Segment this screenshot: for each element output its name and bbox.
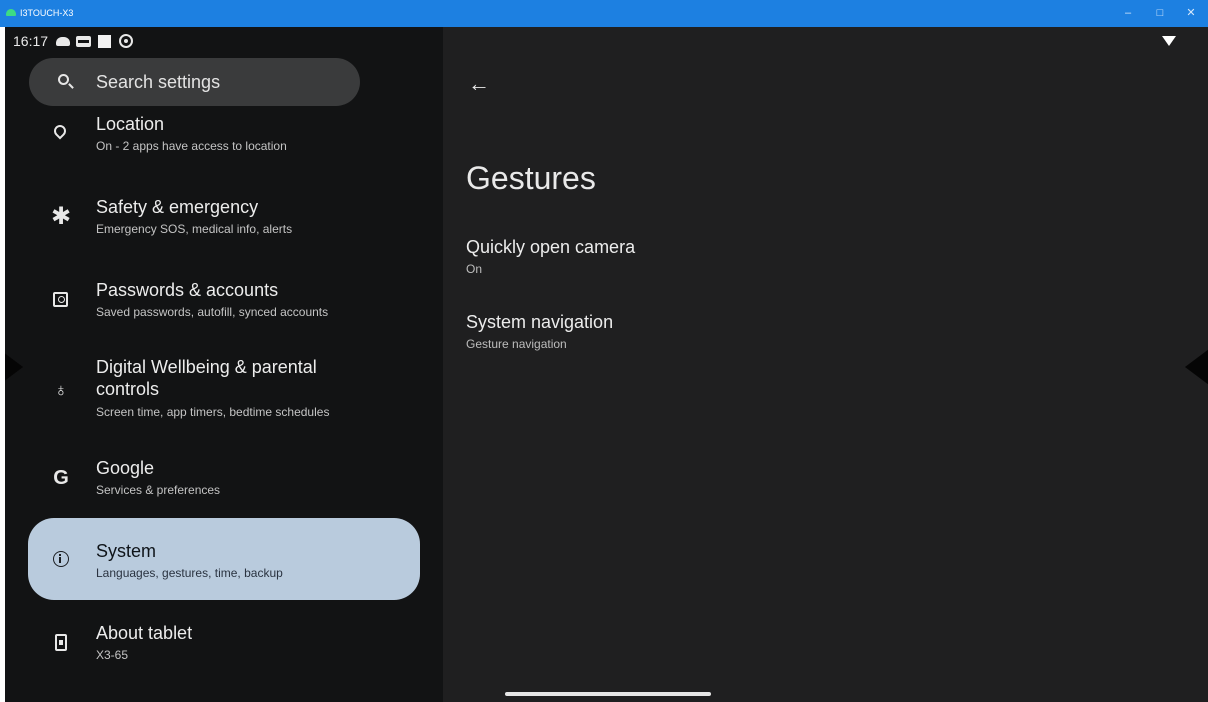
location-pin-icon [49, 120, 73, 144]
settings-item-summary: Languages, gestures, time, backup [96, 566, 283, 580]
window-title: I3TOUCH-X3 [20, 8, 74, 18]
square-icon [98, 35, 111, 48]
pref-title: Quickly open camera [466, 237, 636, 257]
settings-item-summary: Screen time, app timers, bedtime schedul… [96, 405, 330, 419]
settings-item-system[interactable]: System Languages, gestures, time, backup [28, 518, 420, 600]
settings-item-google[interactable]: G Google Services & preferences [5, 458, 443, 508]
right-edge-handle[interactable] [1185, 349, 1208, 385]
search-placeholder: Search settings [96, 72, 221, 92]
hdmi-icon [76, 36, 91, 47]
status-time: 16:17 [13, 33, 49, 49]
settings-item-label: System [96, 541, 157, 561]
settings-list-pane: 16:17 Search settings Location On - 2 ap… [5, 27, 443, 702]
settings-item-safety[interactable]: ✱ Safety & emergency Emergency SOS, medi… [5, 197, 443, 247]
settings-item-label: Location [96, 114, 165, 134]
settings-item-label: Passwords & accounts [96, 280, 279, 300]
back-arrow-icon[interactable]: ← [468, 71, 490, 97]
search-settings-bar[interactable]: Search settings [29, 58, 360, 106]
gear-icon [119, 34, 133, 48]
settings-item-summary: Saved passwords, autofill, synced accoun… [96, 305, 329, 319]
settings-item-summary: Emergency SOS, medical info, alerts [96, 222, 293, 236]
settings-item-passwords[interactable]: Passwords & accounts Saved passwords, au… [5, 280, 443, 330]
pref-title: System navigation [466, 312, 614, 332]
settings-item-about-tablet[interactable]: About tablet X3-65 [5, 623, 443, 673]
settings-item-summary: Services & preferences [96, 483, 221, 497]
gesture-home-bar[interactable] [505, 692, 711, 696]
search-icon [58, 74, 69, 85]
settings-item-label: About tablet [96, 623, 193, 643]
wellbeing-icon: ♁ [54, 380, 68, 400]
page-title: Gestures [466, 160, 596, 196]
settings-item-location[interactable]: Location On - 2 apps have access to loca… [5, 113, 443, 163]
settings-item-label: Safety & emergency [96, 197, 259, 217]
account-box-icon [49, 288, 73, 312]
maximize-button[interactable]: □ [1149, 4, 1171, 22]
tablet-icon [49, 631, 73, 655]
left-edge-handle[interactable] [5, 349, 23, 385]
asterisk-icon: ✱ [50, 203, 72, 230]
device-screen: 16:17 Search settings Location On - 2 ap… [5, 27, 1208, 702]
minimize-button[interactable]: – [1117, 4, 1139, 22]
info-icon [49, 547, 73, 571]
settings-item-digital-wellbeing[interactable]: ♁ Digital Wellbeing & parental controls … [5, 357, 443, 427]
google-icon: G [53, 467, 69, 489]
android-app-icon [6, 9, 16, 16]
pref-summary: Gesture navigation [466, 337, 567, 351]
pref-system-navigation[interactable]: System navigation Gesture navigation [466, 312, 613, 351]
pref-quickly-open-camera[interactable]: Quickly open camera On [466, 237, 635, 276]
settings-item-summary: On - 2 apps have access to location [96, 139, 287, 153]
settings-item-label: Google [96, 458, 155, 478]
detail-pane: ← Gestures Quickly open camera On System… [443, 27, 1208, 702]
settings-item-summary: X3-65 [96, 648, 129, 662]
cloud-icon [56, 37, 70, 46]
pref-summary: On [466, 262, 483, 276]
window-titlebar: I3TOUCH-X3 – □ ✕ [0, 0, 1208, 27]
settings-item-label-line2: controls [96, 379, 160, 399]
settings-item-label-line1: Digital Wellbeing & parental [96, 357, 317, 377]
wifi-icon [1162, 36, 1176, 46]
close-button[interactable]: ✕ [1180, 4, 1202, 22]
